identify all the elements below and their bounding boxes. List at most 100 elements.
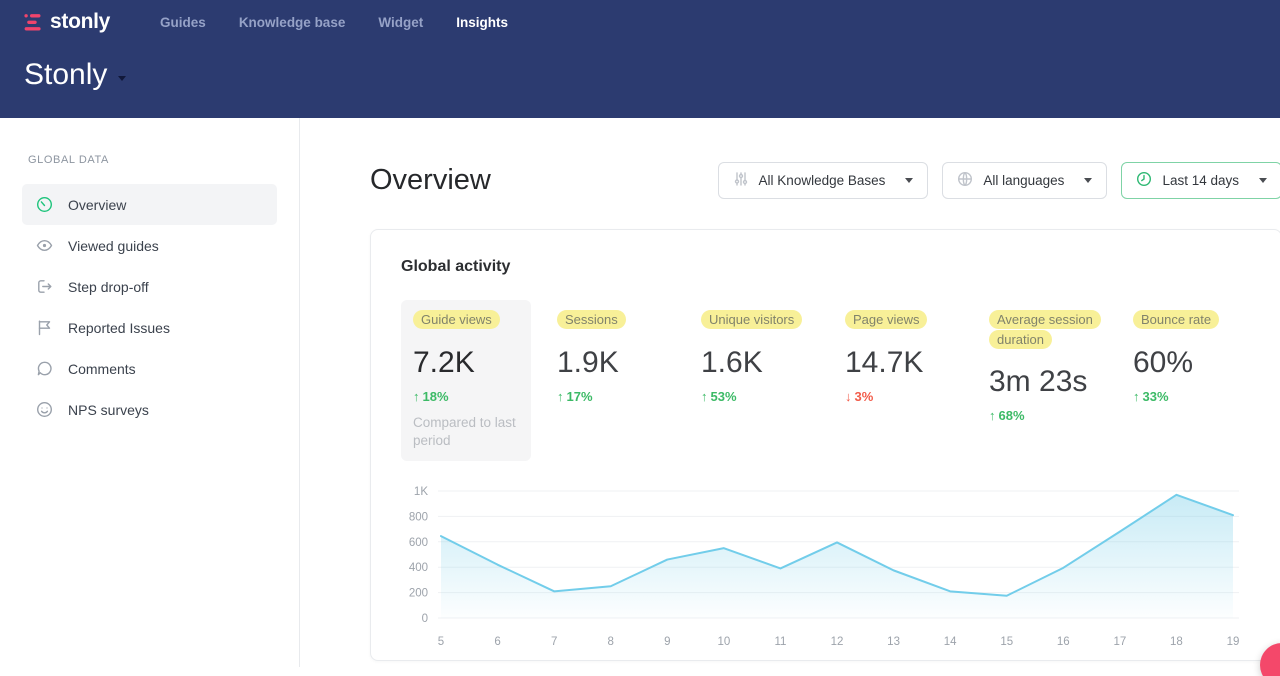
eye-icon <box>36 237 53 254</box>
nav-item-knowledge-base[interactable]: Knowledge base <box>239 15 346 30</box>
knowledge-bases-filter-dropdown[interactable]: All Knowledge Bases <box>718 162 929 199</box>
sidebar-item-label: Reported Issues <box>68 320 170 336</box>
x-axis-tick-label: 17 <box>1113 636 1126 648</box>
top-navigation: stonly Guides Knowledge base Widget Insi… <box>24 10 1256 34</box>
globe-icon <box>957 171 973 190</box>
sidebar: GLOBAL DATA Overview Viewed guides Step … <box>0 118 300 667</box>
x-axis-tick-label: 16 <box>1057 636 1070 648</box>
chevron-down-icon <box>905 178 913 183</box>
languages-filter-label: All languages <box>983 173 1064 188</box>
activity-chart: 1K80060040020005678910111213141516171819 <box>401 479 1251 676</box>
x-axis-tick-label: 10 <box>717 636 730 648</box>
metric-value: 3m 23s <box>989 365 1095 399</box>
metric-note: Compared to last period <box>413 414 519 452</box>
y-axis-tick-label: 600 <box>409 537 428 549</box>
y-axis-tick-label: 800 <box>409 512 428 524</box>
x-axis-tick-label: 12 <box>831 636 844 648</box>
metric-value: 1.9K <box>557 346 663 380</box>
nav-item-widget[interactable]: Widget <box>378 15 423 30</box>
chart-area-fill <box>441 495 1233 618</box>
metric-average-session-duration[interactable]: Average session duration 3m 23s ↑68% <box>977 300 1107 461</box>
sidebar-item-viewed-guides[interactable]: Viewed guides <box>22 225 277 266</box>
metric-delta: ↑33% <box>1133 389 1239 404</box>
chevron-down-icon <box>1084 178 1092 183</box>
date-range-filter-dropdown[interactable]: Last 14 days <box>1121 162 1280 199</box>
metric-value: 7.2K <box>413 346 519 380</box>
metric-label: Bounce rate <box>1133 310 1219 329</box>
metric-unique-visitors[interactable]: Unique visitors 1.6K ↑53% <box>689 300 819 461</box>
workspace-switcher[interactable]: Stonly <box>24 58 126 92</box>
metrics-row: Guide views 7.2K ↑18% Compared to last p… <box>401 300 1251 461</box>
metric-label: Guide views <box>413 310 500 329</box>
metric-label: Page views <box>845 310 927 329</box>
metric-guide-views[interactable]: Guide views 7.2K ↑18% Compared to last p… <box>401 300 531 461</box>
metric-value: 1.6K <box>701 346 807 380</box>
sidebar-item-reported-issues[interactable]: Reported Issues <box>22 307 277 348</box>
x-axis-tick-label: 7 <box>551 636 557 648</box>
metric-delta: ↑68% <box>989 408 1095 423</box>
sidebar-item-label: Overview <box>68 197 126 213</box>
metric-delta: ↑17% <box>557 389 663 404</box>
card-title: Global activity <box>401 258 1251 276</box>
arrow-down-icon: ↓ <box>845 389 852 404</box>
chevron-down-icon <box>118 76 126 81</box>
metric-label: Sessions <box>557 310 626 329</box>
metric-sessions[interactable]: Sessions 1.9K ↑17% <box>545 300 675 461</box>
step-out-icon <box>36 278 53 295</box>
metric-delta: ↓3% <box>845 389 951 404</box>
languages-filter-dropdown[interactable]: All languages <box>942 162 1107 199</box>
metric-label: Unique visitors <box>701 310 802 329</box>
app-body: GLOBAL DATA Overview Viewed guides Step … <box>0 118 1280 667</box>
filters: All Knowledge Bases All languages Last 1… <box>718 162 1280 199</box>
sidebar-item-comments[interactable]: Comments <box>22 348 277 389</box>
y-axis-tick-label: 400 <box>409 562 428 574</box>
nav-item-guides[interactable]: Guides <box>160 15 206 30</box>
metric-value: 60% <box>1133 346 1239 380</box>
sidebar-item-overview[interactable]: Overview <box>22 184 277 225</box>
global-activity-card: Global activity Guide views 7.2K ↑18% Co… <box>370 229 1280 661</box>
stonly-logo-text: stonly <box>50 10 110 34</box>
workspace-title-text: Stonly <box>24 58 107 92</box>
stonly-logo[interactable]: stonly <box>24 10 110 34</box>
arrow-up-icon: ↑ <box>701 389 708 404</box>
x-axis-tick-label: 15 <box>1000 636 1013 648</box>
y-axis-tick-label: 200 <box>409 588 428 600</box>
x-axis-tick-label: 9 <box>664 636 670 648</box>
sidebar-item-nps-surveys[interactable]: NPS surveys <box>22 389 277 430</box>
sidebar-section-label: GLOBAL DATA <box>0 154 299 166</box>
flag-icon <box>36 319 53 336</box>
x-axis-tick-label: 18 <box>1170 636 1183 648</box>
smiley-icon <box>36 401 53 418</box>
arrow-up-icon: ↑ <box>1133 389 1140 404</box>
metric-label: Average session duration <box>989 310 1101 349</box>
x-axis-tick-label: 13 <box>887 636 900 648</box>
clock-icon <box>1136 171 1152 190</box>
metric-value: 14.7K <box>845 346 951 380</box>
sliders-icon <box>733 171 749 190</box>
sidebar-item-label: NPS surveys <box>68 402 149 418</box>
date-range-filter-label: Last 14 days <box>1162 173 1239 188</box>
arrow-up-icon: ↑ <box>413 389 420 404</box>
x-axis-tick-label: 6 <box>494 636 500 648</box>
x-axis-tick-label: 14 <box>944 636 957 648</box>
chevron-down-icon <box>1259 178 1267 183</box>
sidebar-item-step-drop-off[interactable]: Step drop-off <box>22 266 277 307</box>
app-header: stonly Guides Knowledge base Widget Insi… <box>0 0 1280 118</box>
content-header: Overview All Knowledge Bases All languag… <box>370 162 1280 199</box>
sidebar-item-label: Step drop-off <box>68 279 149 295</box>
metric-bounce-rate[interactable]: Bounce rate 60% ↑33% <box>1121 300 1251 461</box>
nav-item-insights[interactable]: Insights <box>456 15 508 30</box>
comment-icon <box>36 360 53 377</box>
gauge-icon <box>36 196 53 213</box>
x-axis-tick-label: 11 <box>774 636 786 648</box>
arrow-up-icon: ↑ <box>557 389 564 404</box>
activity-area-chart: 1K80060040020005678910111213141516171819 <box>401 479 1243 671</box>
metric-page-views[interactable]: Page views 14.7K ↓3% <box>833 300 963 461</box>
main-content: Overview All Knowledge Bases All languag… <box>300 118 1280 667</box>
x-axis-tick-label: 5 <box>438 636 444 648</box>
y-axis-tick-label: 0 <box>422 613 428 625</box>
page-title: Overview <box>370 164 491 197</box>
main-nav: Guides Knowledge base Widget Insights <box>160 15 508 30</box>
workspace-row: Stonly <box>24 58 1256 92</box>
sidebar-item-label: Comments <box>68 361 136 377</box>
